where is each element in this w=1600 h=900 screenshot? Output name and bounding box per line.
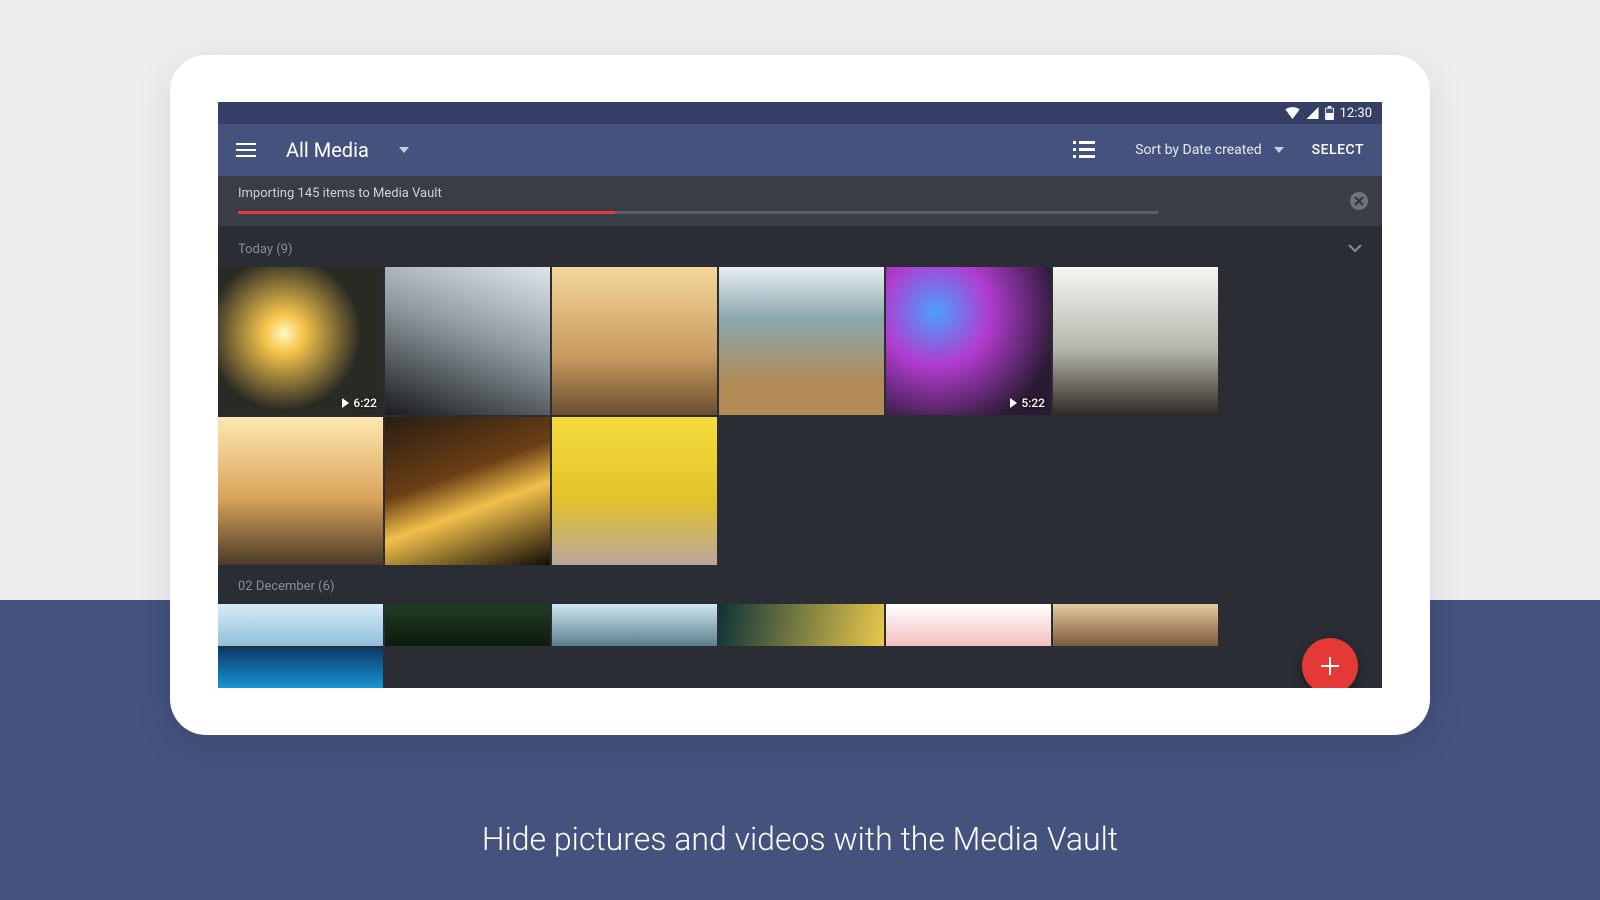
add-media-fab[interactable] <box>1302 638 1358 688</box>
import-message: Importing 145 items to Media Vault <box>238 186 1362 201</box>
chevron-down-icon <box>1348 242 1362 257</box>
section-header-label: Today (9) <box>238 242 293 257</box>
select-button[interactable]: SELECT <box>1312 142 1364 158</box>
sort-dropdown[interactable]: Sort by Date created <box>1135 142 1283 158</box>
media-thumbnail[interactable] <box>385 417 550 565</box>
promo-caption: Hide pictures and videos with the Media … <box>0 820 1600 858</box>
media-thumbnail[interactable] <box>552 267 717 415</box>
video-duration-badge: 5:22 <box>1010 396 1045 410</box>
play-icon <box>1010 398 1017 408</box>
media-thumbnail[interactable] <box>385 604 550 646</box>
filter-dropdown-label: All Media <box>286 138 369 162</box>
import-progress-track <box>238 211 1158 214</box>
tablet-frame: 12:30 All Media Sort by Date created SEL… <box>170 55 1430 735</box>
status-time: 12:30 <box>1340 106 1372 121</box>
media-thumbnail[interactable] <box>218 417 383 565</box>
video-duration-text: 6:22 <box>353 396 377 410</box>
media-thumbnail[interactable] <box>218 604 383 646</box>
sort-dropdown-label: Sort by Date created <box>1135 142 1261 158</box>
cell-signal-icon <box>1306 107 1319 119</box>
media-thumbnail[interactable] <box>719 604 884 646</box>
media-thumbnail[interactable] <box>886 604 1051 646</box>
media-thumbnail[interactable] <box>1053 267 1218 415</box>
media-thumbnail[interactable] <box>719 267 884 415</box>
media-thumbnail[interactable] <box>385 267 550 415</box>
import-progress-banner: Importing 145 items to Media Vault <box>218 176 1382 226</box>
plus-icon <box>1319 655 1341 677</box>
import-progress-fill <box>238 211 615 214</box>
filter-dropdown[interactable]: All Media <box>286 138 409 162</box>
media-thumbnail[interactable] <box>1053 604 1218 646</box>
app-screen: 12:30 All Media Sort by Date created SEL… <box>218 102 1382 688</box>
list-view-icon[interactable] <box>1073 141 1095 159</box>
media-grid-today: 6:22 5:22 <box>218 267 1382 565</box>
media-thumbnail[interactable] <box>218 648 383 688</box>
video-duration-badge: 6:22 <box>342 396 377 410</box>
section-header-label: 02 December (6) <box>238 579 334 594</box>
media-grid-dec02 <box>218 604 1382 688</box>
wifi-icon <box>1285 107 1300 119</box>
section-header-today[interactable]: Today (9) <box>218 226 1382 267</box>
media-thumbnail[interactable] <box>552 417 717 565</box>
android-status-bar: 12:30 <box>218 102 1382 124</box>
media-thumbnail[interactable] <box>552 604 717 646</box>
chevron-down-icon <box>1274 147 1284 153</box>
media-thumbnail[interactable]: 5:22 <box>886 267 1051 415</box>
app-bar: All Media Sort by Date created SELECT <box>218 124 1382 176</box>
hamburger-menu-icon[interactable] <box>236 143 256 157</box>
video-duration-text: 5:22 <box>1021 396 1045 410</box>
chevron-down-icon <box>399 147 409 153</box>
close-icon[interactable] <box>1350 192 1368 210</box>
play-icon <box>342 398 349 408</box>
battery-icon <box>1325 106 1334 120</box>
section-header-dec02[interactable]: 02 December (6) <box>218 565 1382 604</box>
media-thumbnail[interactable]: 6:22 <box>218 267 383 415</box>
